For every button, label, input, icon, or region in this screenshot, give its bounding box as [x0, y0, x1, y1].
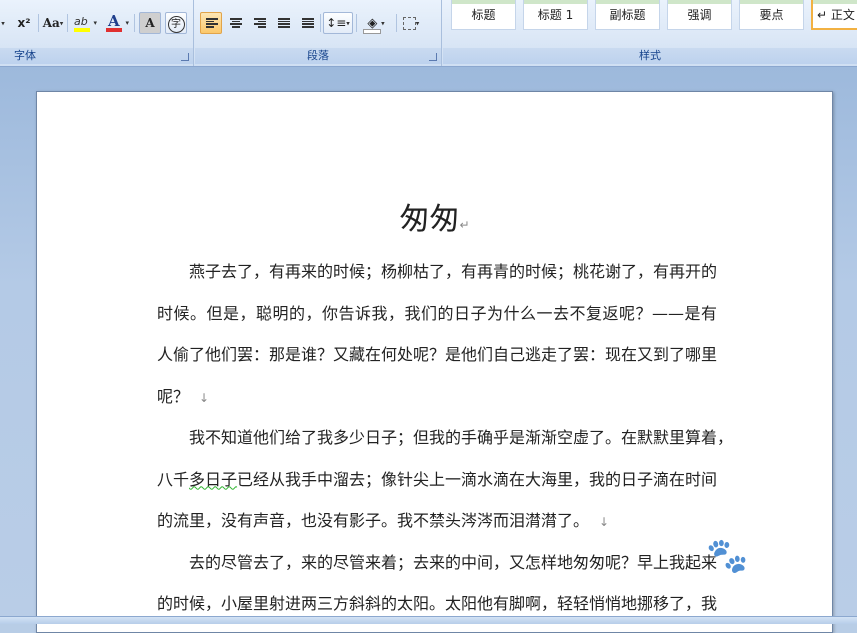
document-title-text: 匆匆 — [399, 202, 460, 237]
styles-group-label: 样式 — [443, 48, 857, 64]
paragraph-group-label: 段落 — [195, 48, 441, 64]
line-break-mark: ↓ — [199, 390, 210, 405]
enclose-characters-icon: 字 — [167, 16, 185, 33]
line-spacing-button[interactable]: ↕≡▾ — [323, 12, 353, 34]
style-preview-bar — [524, 0, 587, 4]
ribbon: ▾ x² Aa▾ ab ▾ A ▾ A 字 字体 ↕≡▾ ◈ ▾ ▾ 段落 标题… — [0, 0, 857, 67]
paragraph-dialog-launcher[interactable] — [429, 53, 437, 61]
text-line[interactable]: 时候。但是，聪明的，你告诉我，我们的日子为什么一去不复返呢？——是有 — [157, 304, 717, 324]
style-preview-bar — [596, 0, 659, 4]
text-line-content: 的流里，没有声音，也没有影子。我不禁头涔涔而泪潸潸了。 — [157, 511, 590, 530]
grammar-squiggle[interactable]: 多日子 — [189, 470, 237, 489]
style-item-label: 副标题 — [609, 8, 646, 22]
status-bar — [0, 616, 857, 624]
text-line-content: 人偷了他们罢：那是谁？又藏在何处呢？是他们自己逃走了罢：现在又到了哪里 — [157, 345, 718, 364]
text-line[interactable]: 呢？ ↓ — [157, 387, 717, 408]
paw-icon: 🐾 — [706, 536, 750, 576]
line-break-mark: ↓ — [599, 515, 610, 529]
text-line[interactable]: 去的尽管去了，来的尽管来着；去来的中间，又怎样地匆匆呢？早上我起来 — [189, 553, 717, 573]
highlight-color-button[interactable]: ab ▾ — [70, 12, 100, 34]
separator — [38, 14, 39, 32]
style-item[interactable]: 强调 — [667, 0, 732, 30]
align-center-icon — [230, 18, 242, 28]
font-group: ▾ x² Aa▾ ab ▾ A ▾ A 字 字体 — [0, 0, 194, 66]
separator — [356, 14, 357, 32]
text-line-content: 时候。但是，聪明的，你告诉我，我们的日子为什么一去不复返呢？——是有 — [157, 303, 717, 323]
style-item[interactable]: ↵ 正文 — [811, 0, 857, 30]
text-line-content: 的时候，小屋里射进两三方斜斜的太阳。太阳他有脚啊，轻轻悄悄地挪移了，我 — [157, 594, 718, 613]
change-case-label: Aa — [42, 16, 60, 30]
style-item-label: 标题 — [471, 8, 496, 22]
text-line[interactable]: 人偷了他们罢：那是谁？又藏在何处呢？是他们自己逃走了罢：现在又到了哪里 — [157, 345, 717, 365]
paragraph-mark: ↵ — [459, 218, 470, 232]
watermark-text: 经验 — [753, 544, 808, 574]
shading-color-swatch — [363, 29, 381, 34]
distributed-icon — [302, 18, 314, 28]
style-preview-bar — [813, 0, 857, 4]
style-item[interactable]: 标题 1 — [523, 0, 588, 30]
style-preview-bar — [668, 0, 731, 4]
text-line[interactable]: 的流里，没有声音，也没有影子。我不禁头涔涔而泪潸潸了。 ↓ — [157, 511, 717, 532]
justify-button[interactable] — [272, 12, 294, 34]
distributed-button[interactable] — [296, 12, 318, 34]
text-line-content: 呢？ — [157, 386, 190, 406]
watermark: 🐾 经验 — [706, 536, 807, 576]
align-right-icon — [254, 18, 266, 28]
align-left-icon — [206, 18, 218, 28]
style-item[interactable]: 标题 — [451, 0, 516, 30]
font-dialog-launcher[interactable] — [181, 53, 189, 61]
enclose-characters-button[interactable]: 字 — [165, 12, 187, 34]
align-center-button[interactable] — [224, 12, 246, 34]
superscript-button[interactable]: x² — [12, 12, 36, 34]
borders-button[interactable]: ▾ — [398, 12, 424, 34]
character-shading-button[interactable]: A — [139, 12, 161, 34]
text-line[interactable]: 我不知道他们给了我多少日子；但我的手确乎是渐渐空虚了。在默默里算着， — [189, 428, 733, 448]
font-color-button[interactable]: A ▾ — [102, 12, 132, 34]
style-item-label: 要点 — [759, 8, 784, 22]
line-spacing-icon: ↕≡ — [326, 16, 347, 30]
text-line[interactable]: 的时候，小屋里射进两三方斜斜的太阳。太阳他有脚啊，轻轻悄悄地挪移了，我 — [157, 594, 717, 614]
highlight-color-swatch — [74, 28, 90, 32]
paragraph-group: ↕≡▾ ◈ ▾ ▾ 段落 — [195, 0, 442, 66]
font-group-label: 字体 — [0, 48, 193, 64]
shading-button[interactable]: ◈ ▾ — [358, 12, 394, 34]
align-right-button[interactable] — [248, 12, 270, 34]
separator — [396, 14, 397, 32]
style-preview-bar — [452, 0, 515, 4]
style-item-label: ↵ 正文 — [817, 8, 855, 22]
font-color-swatch — [106, 28, 122, 32]
text-line[interactable]: 燕子去了，有再来的时候；杨柳枯了，有再青的时候；桃花谢了，有再开的 — [189, 262, 717, 282]
style-item-label: 强调 — [687, 8, 712, 22]
separator — [320, 14, 321, 32]
document-title[interactable]: 匆匆↵ — [37, 200, 832, 245]
text-line-content: 燕子去了，有再来的时候；杨柳枯了，有再青的时候；桃花谢了，有再开的 — [189, 262, 718, 281]
text-line[interactable]: 八千多日子已经从我手中溜去；像针尖上一滴水滴在大海里，我的日子滴在时间 — [157, 470, 717, 490]
styles-group: 标题 标题 1 副标题 强调 要点 ↵ 正文 样式 — [443, 0, 857, 66]
separator — [67, 14, 68, 32]
change-case-button[interactable]: Aa▾ — [40, 12, 66, 34]
text-line-content: 我不知道他们给了我多少日子；但我的手确乎是渐渐空虚了。在默默里算着， — [189, 428, 734, 447]
justify-icon — [278, 18, 290, 28]
style-item-label: 标题 1 — [537, 8, 574, 22]
document-area[interactable]: 匆匆↵ 燕子去了，有再来的时候；杨柳枯了，有再青的时候；桃花谢了，有再开的时候。… — [0, 67, 857, 633]
style-preview-bar — [740, 0, 803, 4]
text-line-content: 去的尽管去了，来的尽管来着；去来的中间，又怎样地匆匆呢？早上我起来 — [189, 552, 718, 572]
font-prev-dropdown[interactable]: ▾ — [0, 12, 8, 34]
separator — [134, 14, 135, 32]
style-item[interactable]: 要点 — [739, 0, 804, 30]
align-left-button[interactable] — [200, 12, 222, 34]
style-item[interactable]: 副标题 — [595, 0, 660, 30]
borders-icon — [402, 17, 416, 30]
